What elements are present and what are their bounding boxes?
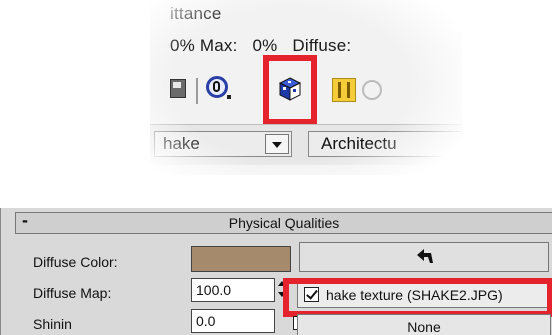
rollout-header[interactable]: - Physical Qualities [15, 210, 552, 234]
diffuse-color-label: Diffuse Color: [33, 254, 118, 270]
shininess-label: Shinin [33, 316, 72, 332]
undo-arrow-icon [417, 249, 433, 263]
ghost-icon[interactable] [362, 80, 382, 100]
diffuse-color-swatch[interactable] [191, 246, 291, 272]
material-name-value: hake [163, 134, 200, 153]
max-label: 0% Max: [170, 36, 238, 55]
toolbar-separator [196, 78, 198, 104]
diffuse-label: Diffuse: [292, 36, 352, 55]
shininess-map-button[interactable]: None [297, 314, 551, 335]
lights-icon[interactable] [332, 78, 356, 102]
percent-value: 0% [252, 36, 278, 55]
combo-strip: hake Architectu [150, 124, 462, 165]
diffuse-map-amount-field[interactable]: 100.0 [191, 278, 275, 302]
shininess-amount-field[interactable]: 0.0 [191, 309, 275, 333]
toolbar-crop: ittance 0% Max: 0% Diffuse: hake Archite… [150, 0, 462, 175]
material-type-combo[interactable]: Architectu [308, 131, 462, 157]
save-icon[interactable] [168, 76, 192, 100]
material-name-combo[interactable]: hake [154, 131, 292, 157]
material-id-icon[interactable] [206, 76, 231, 100]
cube-button-highlight [263, 55, 317, 125]
map-button-highlight [283, 278, 552, 317]
undo-button[interactable] [299, 242, 549, 272]
reflectance-label: ittance [170, 4, 222, 23]
rollout-title: Physical Qualities [228, 215, 340, 231]
chevron-down-icon[interactable] [265, 134, 289, 154]
diffuse-map-label: Diffuse Map: [33, 285, 112, 301]
max-diffuse-row: 0% Max: 0% Diffuse: [170, 36, 361, 56]
material-type-value: Architectu [321, 134, 397, 153]
physical-qualities-panel: - Physical Qualities Diffuse Color: Diff… [0, 208, 552, 335]
